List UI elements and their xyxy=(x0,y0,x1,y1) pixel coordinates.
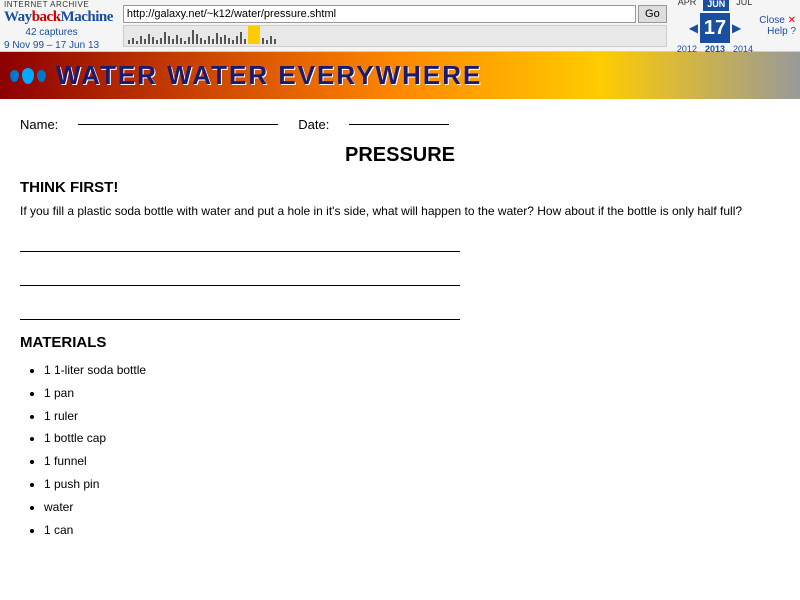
url-bar: Go xyxy=(123,5,667,23)
answer-line-2[interactable] xyxy=(20,266,460,286)
banner-title: WATER WATER EVERYWHERE xyxy=(56,60,482,91)
materials-list: 1 1-liter soda bottle1 pan1 ruler1 bottl… xyxy=(20,359,780,541)
name-label: Name: xyxy=(20,117,58,132)
wayback-logo[interactable]: WaybackMachine xyxy=(4,9,113,26)
next-arrow[interactable]: ▶ xyxy=(732,21,741,35)
think-first-text: If you fill a plastic soda bottle with w… xyxy=(20,202,780,220)
prev-arrow[interactable]: ◀ xyxy=(689,21,698,35)
name-field[interactable] xyxy=(78,124,278,125)
go-button[interactable]: Go xyxy=(638,5,667,23)
date-field[interactable] xyxy=(349,124,449,125)
list-item: 1 pan xyxy=(44,382,780,405)
list-item: 1 bottle cap xyxy=(44,427,780,450)
help-button[interactable]: Help ? xyxy=(767,26,796,37)
close-icon[interactable]: ✕ xyxy=(788,15,796,26)
water-drops-icon xyxy=(10,68,46,84)
list-item: 1 ruler xyxy=(44,405,780,428)
page-header-banner: WATER WATER EVERYWHERE xyxy=(0,52,800,99)
close-button[interactable]: Close xyxy=(759,15,785,26)
timeline[interactable] xyxy=(123,25,667,47)
day-badge: 17 xyxy=(700,13,730,43)
close-help-area: Close ✕ Help ? xyxy=(759,15,796,37)
list-item: water xyxy=(44,496,780,519)
list-item: 1 push pin xyxy=(44,473,780,496)
url-input[interactable] xyxy=(123,5,636,23)
year-2014[interactable]: 2014 xyxy=(733,44,753,54)
name-date-row: Name: Date: xyxy=(20,117,780,132)
month-jul[interactable]: JUL xyxy=(733,0,755,11)
answer-line-3[interactable] xyxy=(20,300,460,320)
timeline-area: Go xyxy=(123,5,667,47)
water-drop-1 xyxy=(10,70,19,82)
section-title: PRESSURE xyxy=(20,144,780,167)
materials-heading: MATERIALS xyxy=(20,334,780,351)
answer-line-1[interactable] xyxy=(20,232,460,252)
think-first-heading: THINK FIRST! xyxy=(20,179,780,196)
water-drop-3 xyxy=(37,70,46,82)
month-jun[interactable]: JUN xyxy=(703,0,729,11)
wayback-logo-area: INTERNET ARCHIVE WaybackMachine 42 captu… xyxy=(4,0,113,52)
captures-info[interactable]: 42 captures 9 Nov 99 – 17 Jun 13 xyxy=(4,26,99,52)
list-item: 1 funnel xyxy=(44,450,780,473)
month-apr[interactable]: APR xyxy=(675,0,700,11)
wayback-bar: INTERNET ARCHIVE WaybackMachine 42 captu… xyxy=(0,0,800,52)
list-item: 1 1-liter soda bottle xyxy=(44,359,780,382)
year-2012[interactable]: 2012 xyxy=(677,44,697,54)
list-item: 1 can xyxy=(44,519,780,542)
calendar-area: APR JUN JUL ◀ 17 ▶ 2012 2013 2014 xyxy=(675,0,756,54)
main-content: Name: Date: PRESSURE THINK FIRST! If you… xyxy=(0,99,800,599)
water-drop-2 xyxy=(22,68,34,84)
date-label: Date: xyxy=(298,117,329,132)
year-2013[interactable]: 2013 xyxy=(705,44,725,54)
internet-archive-label: INTERNET ARCHIVE xyxy=(4,0,89,9)
